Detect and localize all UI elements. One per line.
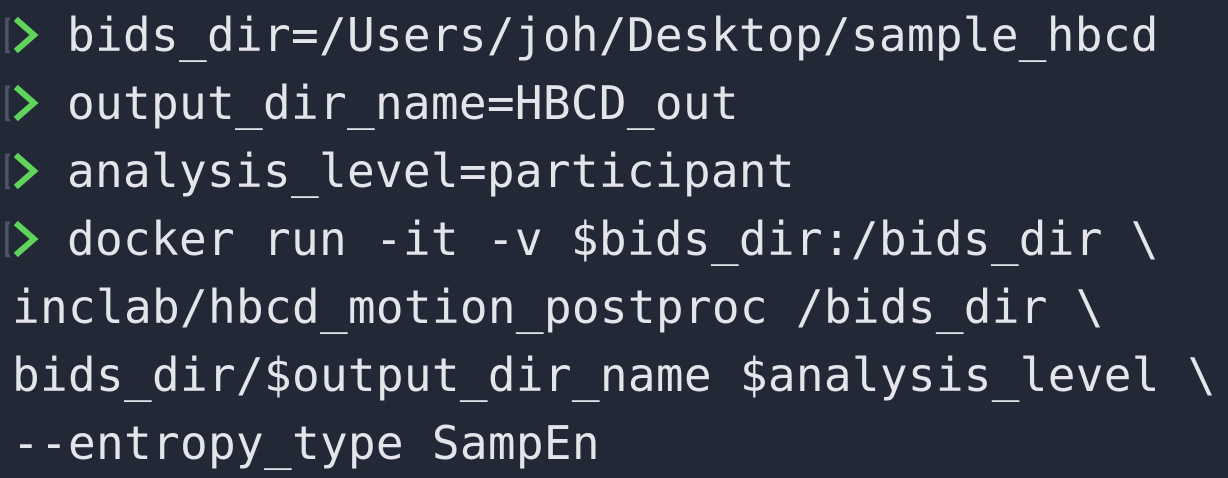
prompt-bracket: [ (0, 1, 10, 69)
chevron-right-icon (13, 84, 39, 122)
command-text: analysis_level=participant (67, 144, 795, 198)
command-text: bids_dir/$output_dir_name $analysis_leve… (12, 348, 1216, 402)
chevron-right-icon (13, 152, 39, 190)
command-text: inclab/hbcd_motion_postproc /bids_dir \ (12, 280, 1104, 334)
terminal-continuation-line: bids_dir/$output_dir_name $analysis_leve… (0, 341, 1228, 409)
chevron-right-icon (13, 16, 39, 54)
prompt: [ (0, 205, 67, 273)
prompt: [ (0, 1, 67, 69)
prompt-bracket: [ (0, 137, 10, 205)
command-text: output_dir_name=HBCD_out (67, 76, 739, 130)
chevron-right-icon (13, 220, 39, 258)
command-text: --entropy_type SampEn (12, 416, 600, 470)
prompt-bracket: [ (0, 205, 10, 273)
prompt: [ (0, 69, 67, 137)
prompt-bracket: [ (0, 69, 10, 137)
terminal-line: [ bids_dir=/Users/joh/Desktop/sample_hbc… (0, 1, 1228, 69)
prompt: [ (0, 137, 67, 205)
terminal-window[interactable]: [ bids_dir=/Users/joh/Desktop/sample_hbc… (0, 0, 1228, 478)
terminal-continuation-line: inclab/hbcd_motion_postproc /bids_dir \ (0, 273, 1228, 341)
command-text: bids_dir=/Users/joh/Desktop/sample_hbcd (67, 8, 1159, 62)
terminal-line: [ output_dir_name=HBCD_out (0, 69, 1228, 137)
terminal-line: [ analysis_level=participant (0, 137, 1228, 205)
command-text: docker run -it -v $bids_dir:/bids_dir \ (67, 212, 1159, 266)
terminal-line: [ docker run -it -v $bids_dir:/bids_dir … (0, 205, 1228, 273)
terminal-continuation-line: --entropy_type SampEn (0, 409, 1228, 477)
